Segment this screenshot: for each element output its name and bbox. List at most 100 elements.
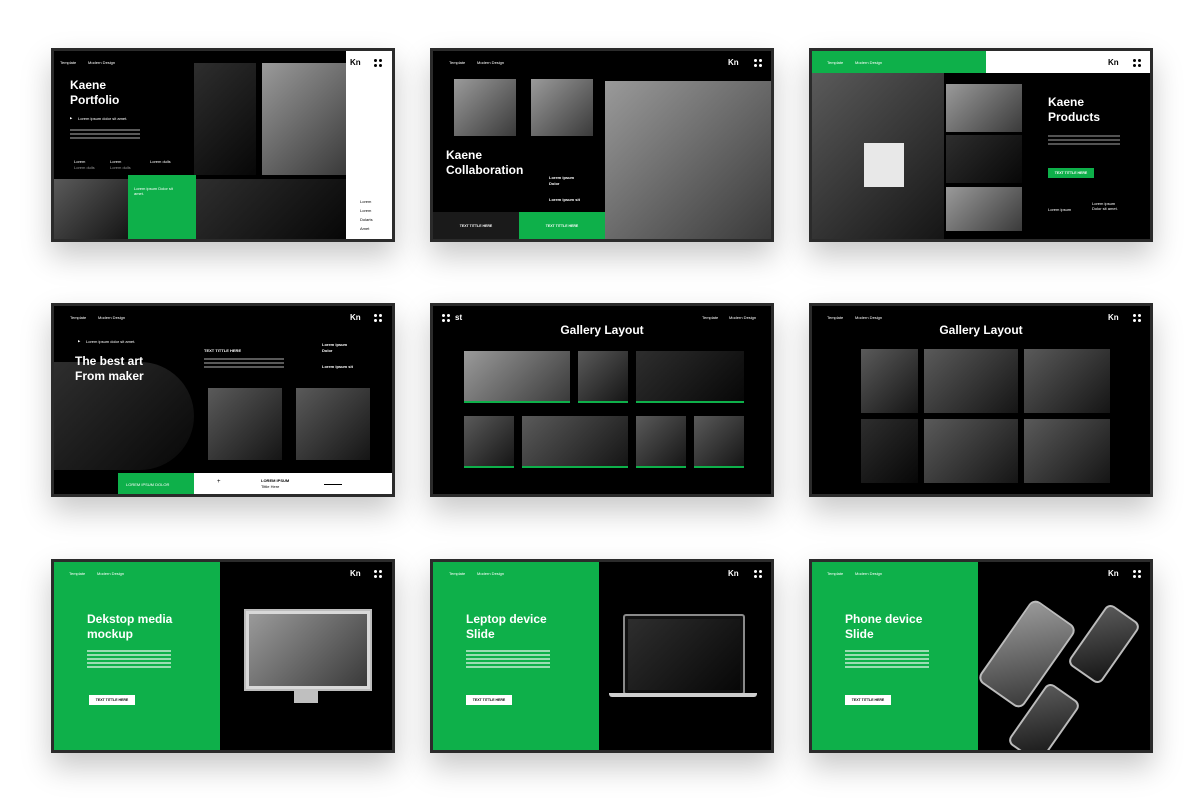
plus-icon[interactable]: +: [217, 479, 221, 485]
logo-kn: Kn: [1108, 313, 1119, 322]
slide-kaene-products[interactable]: Template Modern Design Kn Kaene Products…: [809, 48, 1153, 242]
slide-gallery-layout-1[interactable]: st Template Modern Design Gallery Layout: [430, 303, 774, 497]
slide-kaene-collaboration[interactable]: Template Modern Design Kn Kaene Collabor…: [430, 48, 774, 242]
photo-man-white: [531, 79, 593, 136]
photo-person-seated: [296, 388, 370, 460]
slide-title: Gallery Layout: [939, 323, 1023, 337]
list-item-4: Amet: [360, 226, 370, 231]
slide-laptop-device[interactable]: Template Modern Design Kn Leptop device …: [430, 559, 774, 753]
slide-phone-device[interactable]: Template Modern Design Kn Phone device S…: [809, 559, 1153, 753]
white-header-bar: [986, 51, 1150, 73]
menu-icon[interactable]: [442, 314, 450, 322]
green-underline: [522, 466, 628, 468]
laptop-screen-photo: [628, 619, 740, 690]
menu-icon[interactable]: [754, 570, 762, 578]
col1-sub: Lorem dulls: [74, 165, 95, 170]
menu-icon[interactable]: [754, 59, 762, 67]
slide-title-line1: The best art: [75, 354, 144, 368]
text-title-button-2[interactable]: TEXT TITTLE HERE: [519, 212, 605, 239]
play-icon: ▶: [78, 339, 81, 343]
slide-best-art[interactable]: Template Modern Design Kn ▶ Lorem ipsum …: [51, 303, 395, 497]
photo-hoodie: [946, 135, 1022, 183]
body-text-lines: [204, 358, 284, 370]
info-line3: Lorem ipsum sit: [322, 364, 353, 369]
body-text-lines: [70, 129, 140, 141]
desktop-screen-photo: [249, 614, 367, 686]
footer-subtitle: Tittle Here: [261, 484, 280, 489]
white-footer-block: [194, 473, 392, 494]
menu-icon[interactable]: [374, 314, 382, 322]
text-title-button[interactable]: TEXT TITTLE HERE: [1048, 168, 1094, 178]
modern-design-label: Modern Design: [477, 60, 505, 65]
photo-man-cap: [454, 79, 516, 136]
template-label: Template: [827, 60, 844, 65]
template-label: Template: [449, 60, 466, 65]
photo-mask: [1024, 419, 1110, 483]
desktop-monitor: [244, 609, 372, 691]
phone-mockup-2: [1066, 602, 1142, 686]
slide-title-line2: Portfolio: [70, 93, 120, 107]
photo-ny-cap: [1024, 349, 1110, 413]
logo-st: st: [455, 313, 463, 322]
photo-sneaker: [464, 351, 570, 401]
laptop-base: [609, 693, 757, 697]
modern-design-label: Modern Design: [855, 60, 883, 65]
slide-title-line1: Kaene: [70, 78, 107, 92]
info-line3: Lorem ipsum sit: [549, 197, 580, 202]
laptop-screen: [623, 614, 745, 695]
slide-gallery-layout-2[interactable]: Template Modern Design Kn Gallery Layout: [809, 303, 1153, 497]
slide-title-line2: mockup: [87, 627, 134, 641]
green-underline: [636, 401, 744, 403]
photo-bicycle: [196, 179, 346, 239]
slide-title-line2: Products: [1048, 110, 1101, 124]
menu-icon[interactable]: [1133, 570, 1141, 578]
text-title-button-1[interactable]: TEXT TITTLE HERE: [433, 212, 519, 239]
modern-design-label: Modern Design: [88, 60, 116, 65]
photo-neon: [861, 349, 918, 413]
text-title-button[interactable]: TEXT TITTLE HERE: [845, 695, 891, 705]
green-underline: [578, 401, 628, 403]
section-label: TEXT TITTLE HERE: [204, 348, 242, 353]
monitor-stand: [294, 689, 318, 703]
body-text-lines: [87, 650, 171, 670]
menu-icon[interactable]: [374, 570, 382, 578]
slide-title-line2: Slide: [845, 627, 874, 641]
menu-icon[interactable]: [1133, 59, 1141, 67]
photo-standing: [861, 419, 918, 483]
info-line2: Dolor: [549, 181, 560, 186]
col2-sub: Lorem dulls: [110, 165, 131, 170]
col1-label: Lorem: [74, 159, 86, 164]
logo-kn: Kn: [350, 569, 361, 578]
template-label: Template: [827, 315, 844, 320]
text-title-button[interactable]: TEXT TITTLE HERE: [466, 695, 512, 705]
menu-icon[interactable]: [374, 59, 382, 67]
photo-woman: [578, 351, 628, 401]
logo-kn: Kn: [728, 569, 739, 578]
logo-kn: Kn: [350, 313, 361, 322]
bullet-text: Lorem ipsum dolor sit amet.: [78, 116, 128, 121]
arrow-right-icon[interactable]: [324, 484, 342, 485]
modern-design-label: Modern Design: [477, 571, 505, 576]
slide-kaene-portfolio[interactable]: Template Modern Design Kaene Portfolio ▶…: [51, 48, 395, 242]
logo-kn: Kn: [350, 58, 361, 67]
slide-title-line2: Collaboration: [446, 163, 524, 177]
list-item-1: Lorem: [360, 199, 372, 204]
photo-stairs: [208, 388, 282, 460]
col2-label: Lorem: [110, 159, 122, 164]
footer-text: Lorem ipsum Dolor sit amet.: [1092, 201, 1118, 211]
text-title-button[interactable]: TEXT TITTLE HERE: [89, 695, 135, 705]
col3-label: Lorem dulls: [150, 159, 171, 164]
slide-title-line2: From maker: [75, 369, 144, 383]
tshirt-icon: [864, 143, 904, 187]
modern-design-label: Modern Design: [98, 315, 126, 320]
green-underline: [464, 401, 570, 403]
menu-icon[interactable]: [1133, 314, 1141, 322]
photo-hooded: [636, 351, 744, 401]
slide-title-line1: Dekstop media: [87, 612, 173, 626]
logo-kn: Kn: [1108, 569, 1119, 578]
photo-wheel: [694, 416, 744, 466]
modern-design-label: Modern Design: [855, 315, 883, 320]
slide-desktop-mockup[interactable]: Template Modern Design Kn Dekstop media …: [51, 559, 395, 753]
body-text-lines: [466, 650, 550, 670]
body-text-lines: [1048, 135, 1120, 147]
